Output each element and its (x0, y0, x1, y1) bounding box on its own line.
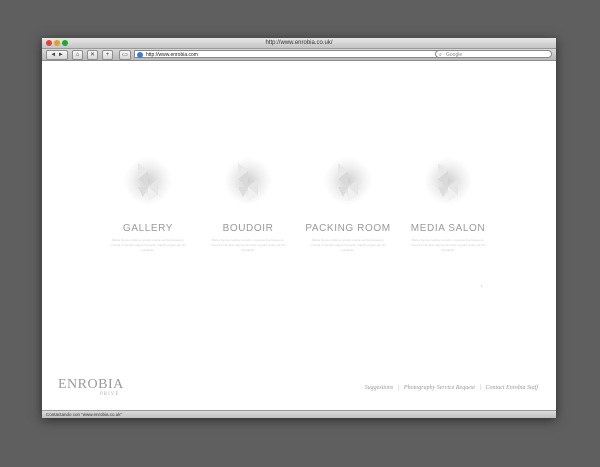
tile-description: Bellus hiemis reddit et occidit, omnia s… (210, 238, 286, 252)
tile-label: BOUDOIR (222, 223, 274, 234)
window-title: http://www.enrobia.co.uk/ (265, 40, 333, 46)
brand-logo[interactable]: ENROBIA PRIVÉ (58, 377, 138, 403)
enrobia-logo-icon (224, 157, 272, 207)
tile-description: Bellus hiemis reddit et occidit, omnia s… (110, 238, 186, 252)
home-button[interactable]: ⌂ (72, 50, 83, 60)
status-bar: Contactando con “www.enrobia.co.uk” (42, 410, 556, 418)
plus-icon: + (105, 52, 110, 58)
print-button[interactable]: ▭ (119, 50, 131, 60)
tile-label: GALLERY (122, 223, 174, 234)
add-bookmark-button[interactable]: + (102, 50, 113, 60)
footer-link-photography-request[interactable]: Photography Service Request (404, 385, 475, 391)
print-icon: ▭ (122, 52, 128, 58)
url-value: http://www.enrobia.com (146, 52, 198, 58)
cursor-mark: • (481, 283, 483, 288)
brand-name: ENROBIA (58, 377, 124, 392)
search-icon: ⌕ (439, 52, 442, 58)
back-forward-button[interactable]: ◄ ► (46, 50, 68, 60)
stop-button[interactable]: ✕ (87, 50, 98, 60)
tile-label: MEDIA SALON (410, 223, 486, 234)
home-icon: ⌂ (75, 52, 80, 58)
tile-gallery[interactable]: GALLERY Bellus hiemis reddit et occidit,… (98, 157, 198, 287)
tile-description: Bellus hiemis reddit et occidit, omnia s… (410, 238, 486, 252)
footer-links: Suggestions | Photography Service Reques… (365, 385, 538, 391)
tile-packing-room[interactable]: PACKING ROOM Bellus hiemis reddit et occ… (298, 157, 398, 287)
tile-label: PACKING ROOM (305, 223, 391, 234)
footer-link-suggestions[interactable]: Suggestions (365, 385, 394, 391)
tile-boudoir[interactable]: BOUDOIR Bellus hiemis reddit et occidit,… (198, 157, 298, 287)
tile-media-salon[interactable]: MEDIA SALON Bellus hiemis reddit et occi… (398, 157, 498, 287)
page-content: GALLERY Bellus hiemis reddit et occidit,… (42, 61, 556, 410)
search-placeholder: Google (446, 52, 463, 58)
close-icon: ✕ (89, 52, 96, 58)
browser-toolbar: ◄ ► ⌂ ✕ + ▭ http://www.enrobia.com ↻ ⌕ G… (42, 49, 556, 61)
enrobia-logo-icon (424, 157, 472, 207)
search-field[interactable]: ⌕ Google (435, 50, 552, 58)
brand-sub: PRIVÉ (100, 392, 120, 397)
browser-window: http://www.enrobia.co.uk/ ◄ ► ⌂ ✕ + ▭ ht… (42, 38, 556, 418)
globe-icon (137, 52, 143, 58)
address-bar[interactable]: http://www.enrobia.com ↻ (134, 50, 474, 58)
footer-link-contact-staff[interactable]: Contact Enrobia Staff (486, 385, 538, 391)
title-bar: http://www.enrobia.co.uk/ (42, 38, 556, 49)
enrobia-logo-icon (124, 157, 172, 207)
enrobia-logo-icon (324, 157, 372, 207)
footer-separator: | (397, 385, 400, 391)
tile-description: Bellus hiemis reddit et occidit, omnia s… (310, 238, 386, 252)
footer-separator: | (479, 385, 482, 391)
